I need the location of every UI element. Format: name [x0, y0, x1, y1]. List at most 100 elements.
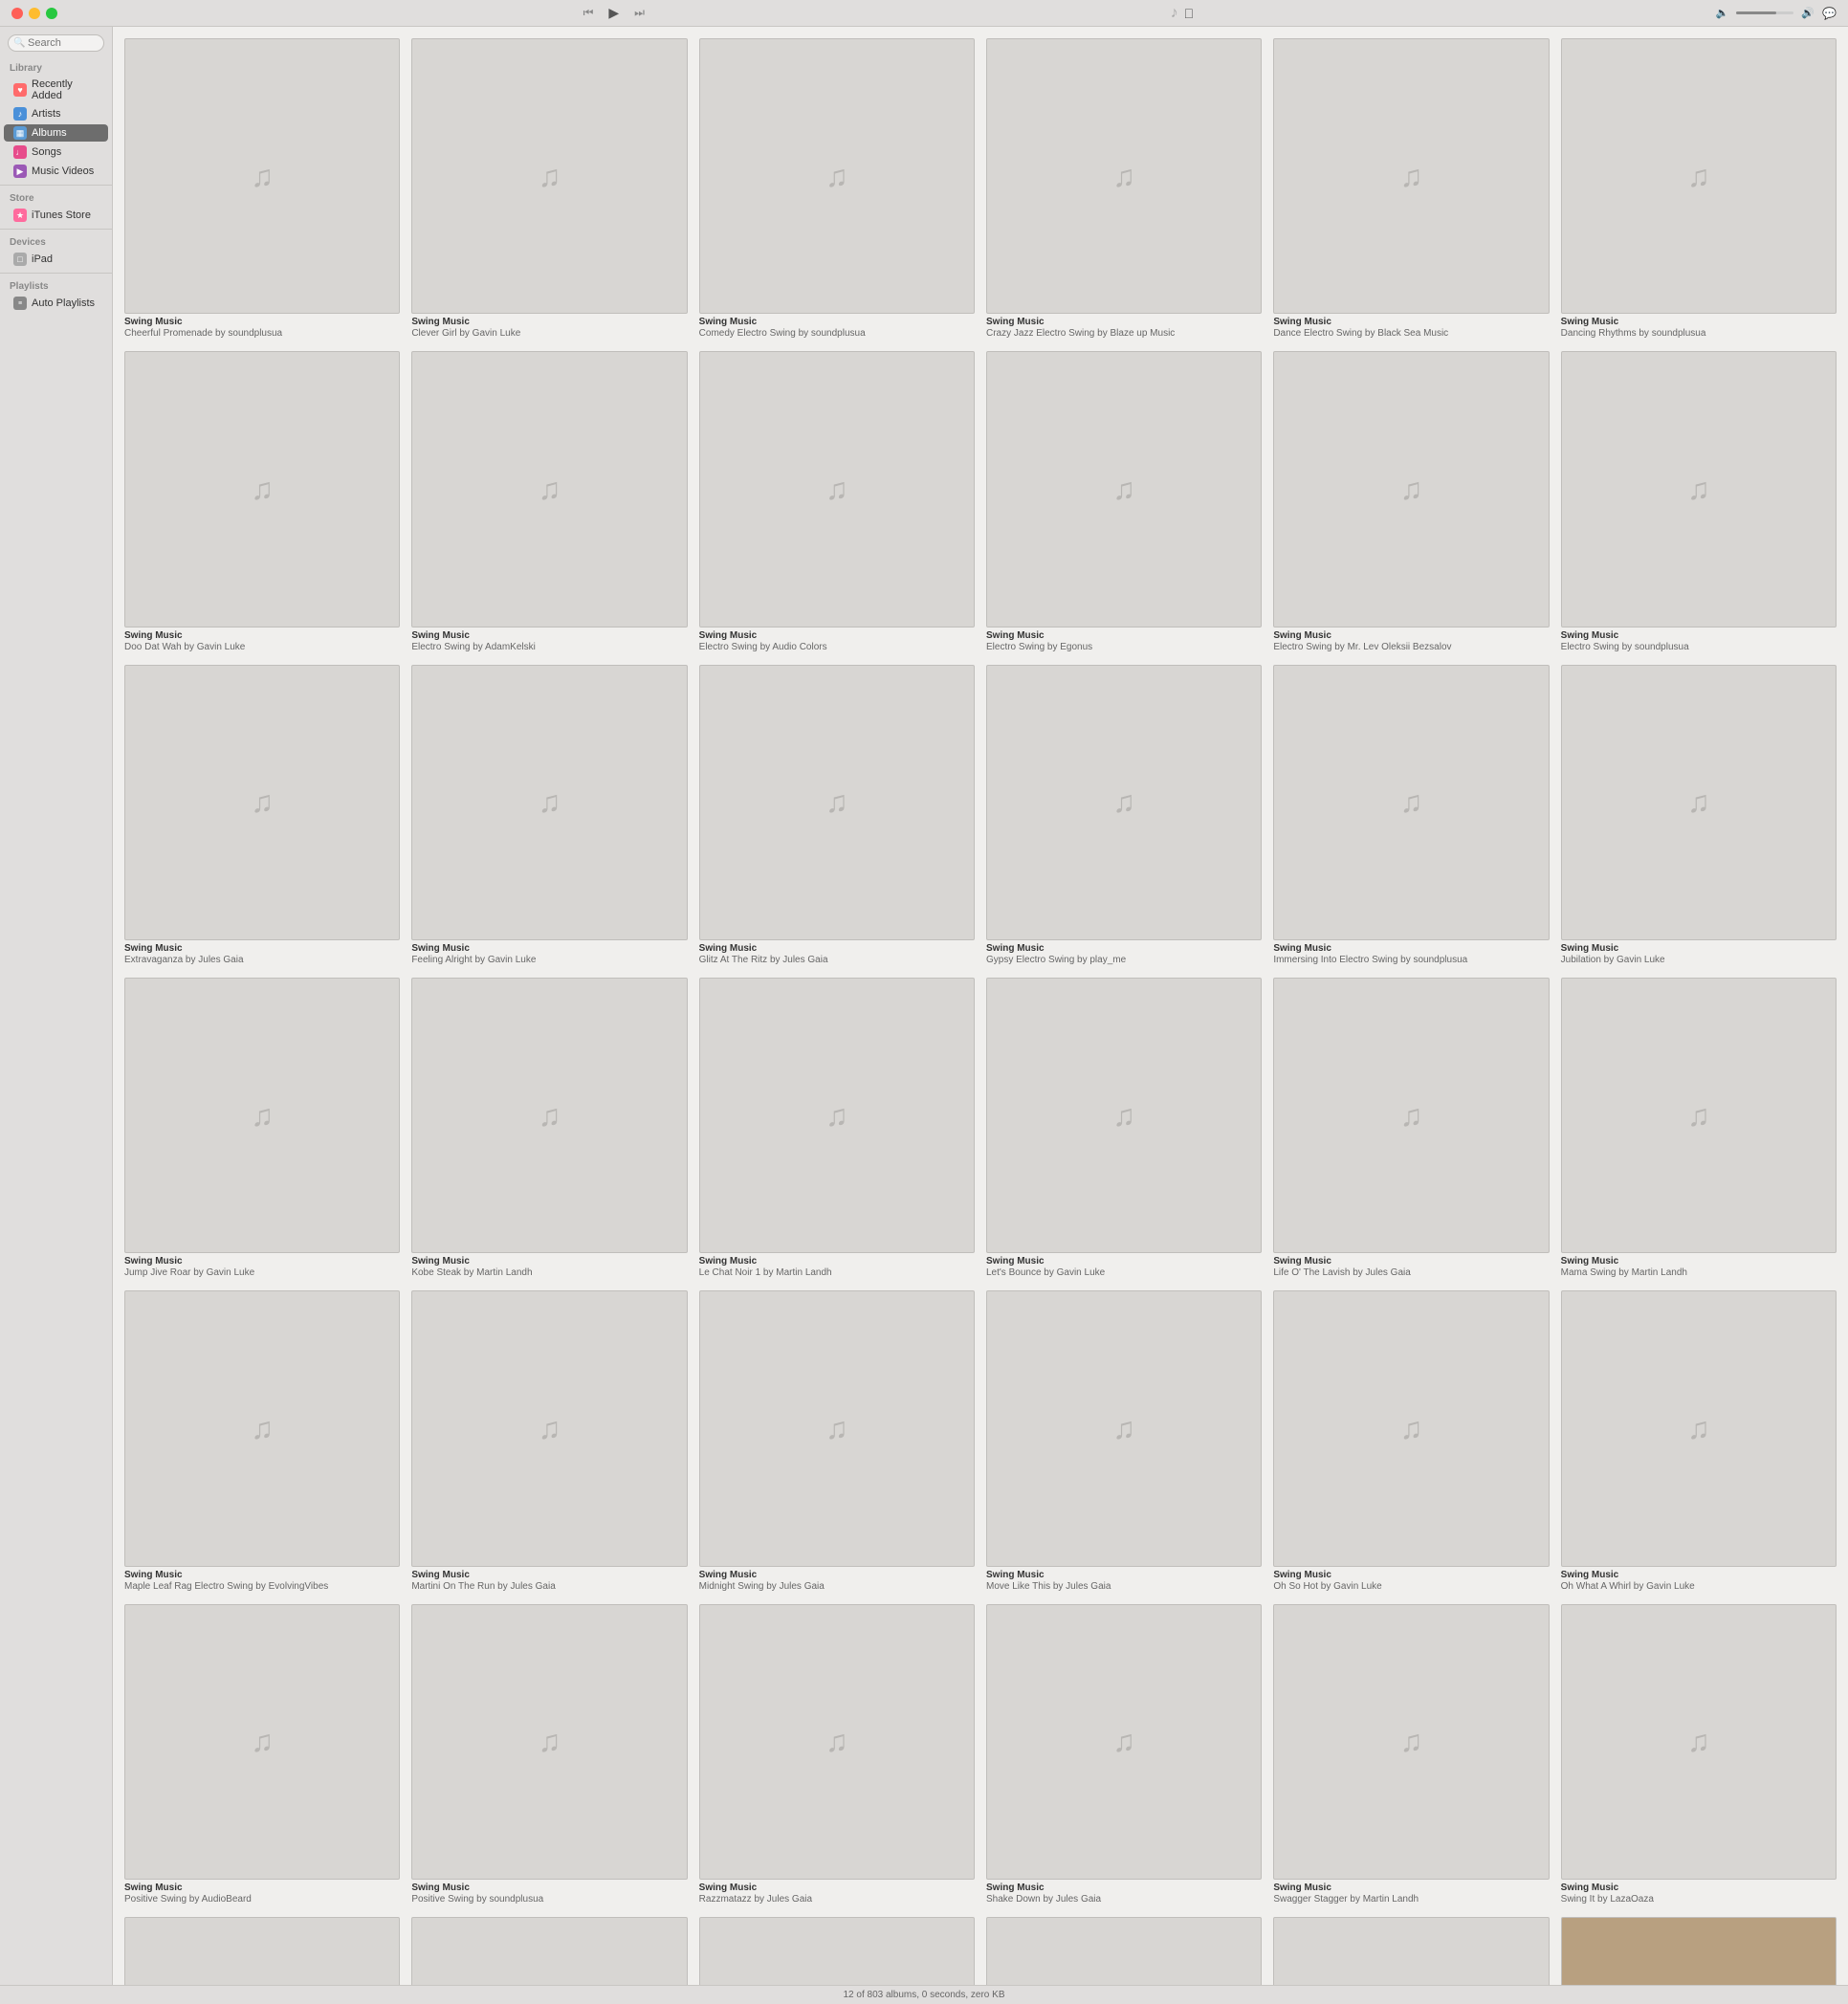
album-item[interactable]: ♫ Swing Music Life O' The Lavish by Jule…: [1269, 974, 1552, 1283]
search-container: 🔍: [0, 34, 112, 59]
play-button[interactable]: ▶: [605, 3, 623, 23]
album-item[interactable]: ♫ Swing Music: [121, 1913, 404, 1985]
album-item[interactable]: ♫ Swing Music Positive Swing by soundplu…: [407, 1600, 691, 1909]
close-button[interactable]: [11, 8, 23, 19]
album-subtitle: Swing It by LazaOaza: [1561, 1894, 1837, 1905]
album-item[interactable]: ♫ Swing Music Shake Down by Jules Gaia: [982, 1600, 1265, 1909]
album-art: ♫: [986, 38, 1262, 314]
album-item[interactable]: ♫ Swing Music Jubilation by Gavin Luke: [1557, 661, 1840, 970]
album-item[interactable]: ♫ Swing Music Jump Jive Roar by Gavin Lu…: [121, 974, 404, 1283]
itunes-store-icon: ★: [13, 209, 27, 222]
sidebar-item-songs[interactable]: ♩ Songs: [4, 143, 108, 161]
sidebar-item-itunes-store[interactable]: ★ iTunes Store: [4, 207, 108, 224]
album-item[interactable]: 🎼: [1557, 1913, 1840, 1985]
maximize-button[interactable]: [46, 8, 57, 19]
titlebar-right: 🔈 🔊 💬: [1716, 7, 1837, 20]
next-button[interactable]: ⏭: [630, 4, 649, 22]
album-item[interactable]: ♫ Swing Music Immersing Into Electro Swi…: [1269, 661, 1552, 970]
album-art: ♫: [699, 978, 975, 1253]
album-item[interactable]: ♫ Swing Music Clever Girl by Gavin Luke: [407, 34, 691, 343]
album-title: Swing Music: [1273, 943, 1549, 955]
album-item[interactable]: ♫ Swing Music Martini On The Run by Jule…: [407, 1287, 691, 1596]
album-item[interactable]: ♫ Swing Music Positive Swing by AudioBea…: [121, 1600, 404, 1909]
sidebar-item-recently-added[interactable]: ♥ Recently Added: [4, 77, 108, 103]
album-item[interactable]: ♫ Swing Music Razzmatazz by Jules Gaia: [695, 1600, 979, 1909]
album-subtitle: Swagger Stagger by Martin Landh: [1273, 1894, 1549, 1905]
album-item[interactable]: ♫ Swing Music Dance Electro Swing by Bla…: [1269, 34, 1552, 343]
album-title: Swing Music: [1273, 630, 1549, 642]
album-item[interactable]: ♫ Swing Music Let's Bounce by Gavin Luke: [982, 974, 1265, 1283]
album-item[interactable]: ♫ Swing Music Extravaganza by Jules Gaia: [121, 661, 404, 970]
album-item[interactable]: ♫ Swing Music Comedy Electro Swing by so…: [695, 34, 979, 343]
album-art: ♫: [411, 1290, 687, 1566]
album-subtitle: Electro Swing by Audio Colors: [699, 642, 975, 653]
album-title: Swing Music: [699, 1256, 975, 1267]
album-title: Swing Music: [699, 1883, 975, 1894]
album-item[interactable]: ♫ Swing Music Electro Swing by Egonus: [982, 347, 1265, 656]
album-item[interactable]: ♫ Swing Music: [982, 1913, 1265, 1985]
album-item[interactable]: ♫ Swing Music Cheerful Promenade by soun…: [121, 34, 404, 343]
prev-button[interactable]: ⏮: [580, 4, 598, 22]
sidebar-item-ipad[interactable]: □ iPad: [4, 251, 108, 268]
album-item[interactable]: ♫ Swing Music Electro Swing by Mr. Lev O…: [1269, 347, 1552, 656]
chat-button[interactable]: 💬: [1822, 7, 1837, 20]
sidebar-item-albums[interactable]: ▦ Albums: [4, 124, 108, 142]
music-note-decoration: ♫: [538, 784, 561, 820]
album-art: ♫: [699, 38, 975, 314]
album-title: Swing Music: [986, 1256, 1262, 1267]
music-note-decoration: ♫: [251, 159, 274, 194]
itunes-store-label: iTunes Store: [32, 209, 91, 221]
music-note-decoration: ♫: [1399, 1724, 1422, 1759]
album-item[interactable]: ♫ Swing Music Gypsy Electro Swing by pla…: [982, 661, 1265, 970]
music-note-decoration: ♫: [825, 784, 848, 820]
album-title: Swing Music: [1273, 1256, 1549, 1267]
album-item[interactable]: ♫ Swing Music Mama Swing by Martin Landh: [1557, 974, 1840, 1283]
album-item[interactable]: ♫ Swing Music Oh So Hot by Gavin Luke: [1269, 1287, 1552, 1596]
albums-icon: ▦: [13, 126, 27, 140]
album-art: ♫: [699, 1604, 975, 1880]
album-item[interactable]: ♫ Swing Music Swagger Stagger by Martin …: [1269, 1600, 1552, 1909]
album-item[interactable]: ♫ Swing Music: [407, 1913, 691, 1985]
album-title: Swing Music: [1561, 1256, 1837, 1267]
sidebar-item-music-videos[interactable]: ▶ Music Videos: [4, 163, 108, 180]
album-item[interactable]: ♫ Swing Music Glitz At The Ritz by Jules…: [695, 661, 979, 970]
album-subtitle: Le Chat Noir 1 by Martin Landh: [699, 1267, 975, 1279]
album-item[interactable]: ♫ Swing Music Feeling Alright by Gavin L…: [407, 661, 691, 970]
album-art: ♫: [411, 1604, 687, 1880]
sidebar-item-auto-playlists[interactable]: ≡ Auto Playlists: [4, 295, 108, 312]
album-art: ♫: [411, 1917, 687, 1985]
search-input[interactable]: [8, 34, 104, 52]
album-item[interactable]: ♫ Swing Music: [1269, 1913, 1552, 1985]
music-note-decoration: ♫: [251, 472, 274, 507]
album-item[interactable]: ♫ Swing Music Electro Swing by Audio Col…: [695, 347, 979, 656]
album-item[interactable]: ♫ Swing Music Electro Swing by AdamKelsk…: [407, 347, 691, 656]
music-note-decoration: ♫: [538, 472, 561, 507]
album-title: Swing Music: [986, 630, 1262, 642]
music-note-decoration: ♫: [1112, 1098, 1135, 1134]
album-subtitle: Extravaganza by Jules Gaia: [124, 955, 400, 966]
album-item[interactable]: ♫ Swing Music Dancing Rhythms by soundpl…: [1557, 34, 1840, 343]
album-item[interactable]: ♫ Swing Music Swing It by LazaOaza: [1557, 1600, 1840, 1909]
minimize-button[interactable]: [29, 8, 40, 19]
sidebar-item-artists[interactable]: ♪ Artists: [4, 105, 108, 122]
album-subtitle: Maple Leaf Rag Electro Swing by Evolving…: [124, 1581, 400, 1593]
album-art: ♫: [1273, 978, 1549, 1253]
album-item[interactable]: ♫ Swing Music: [695, 1913, 979, 1985]
music-note-decoration: ♫: [251, 1724, 274, 1759]
album-item[interactable]: ♫ Swing Music Maple Leaf Rag Electro Swi…: [121, 1287, 404, 1596]
music-note-decoration: ♫: [251, 1098, 274, 1134]
album-item[interactable]: ♫ Swing Music Kobe Steak by Martin Landh: [407, 974, 691, 1283]
album-item[interactable]: ♫ Swing Music Le Chat Noir 1 by Martin L…: [695, 974, 979, 1283]
album-item[interactable]: ♫ Swing Music Oh What A Whirl by Gavin L…: [1557, 1287, 1840, 1596]
album-art: ♫: [1561, 1290, 1837, 1566]
album-title: Swing Music: [124, 943, 400, 955]
album-item[interactable]: ♫ Swing Music Electro Swing by soundplus…: [1557, 347, 1840, 656]
album-art: ♫: [699, 1917, 975, 1985]
window-controls: [11, 8, 57, 19]
album-item[interactable]: ♫ Swing Music Move Like This by Jules Ga…: [982, 1287, 1265, 1596]
album-item[interactable]: ♫ Swing Music Doo Dat Wah by Gavin Luke: [121, 347, 404, 656]
album-item[interactable]: ♫ Swing Music Midnight Swing by Jules Ga…: [695, 1287, 979, 1596]
album-item[interactable]: ♫ Swing Music Crazy Jazz Electro Swing b…: [982, 34, 1265, 343]
album-subtitle: Electro Swing by AdamKelski: [411, 642, 687, 653]
volume-slider[interactable]: [1736, 11, 1793, 14]
